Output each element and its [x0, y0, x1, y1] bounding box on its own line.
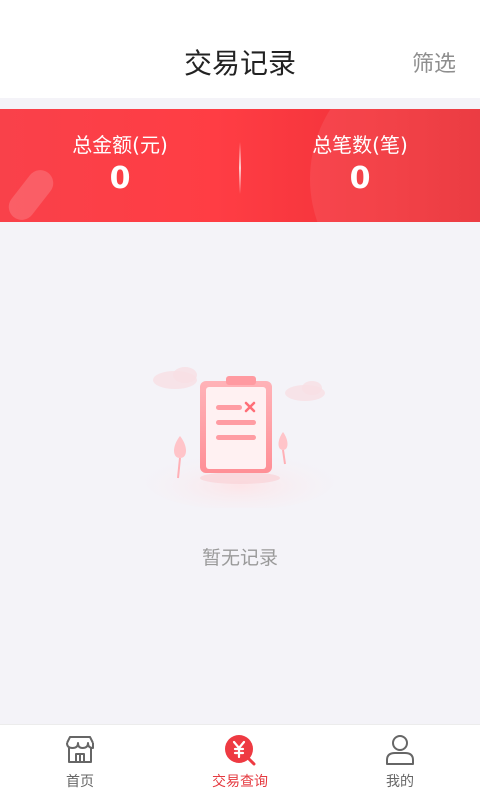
- summary-divider: [239, 142, 241, 194]
- nav-item-transaction-query[interactable]: 交易查询: [160, 725, 320, 800]
- empty-state-message: 暂无记录: [201, 547, 278, 569]
- total-count-label: 总笔数(笔): [312, 133, 408, 157]
- yen-search-icon: [223, 733, 257, 767]
- transaction-records-page: 交易记录 筛选 总金额(元) 0 总笔数(笔) 0 暂无记录 首页 交易查询 我…: [0, 0, 480, 800]
- total-count-value: 0: [349, 161, 371, 196]
- total-amount-label: 总金额(元): [72, 133, 168, 157]
- nav-item-home[interactable]: 首页: [0, 725, 160, 800]
- nav-item-mine[interactable]: 我的: [320, 725, 480, 800]
- header: 交易记录 筛选: [0, 0, 480, 98]
- page-title: 交易记录: [183, 47, 296, 80]
- empty-clipboard-icon: [140, 358, 340, 510]
- bottom-nav: 首页 交易查询 我的: [0, 724, 480, 800]
- total-count-block: 总笔数(笔) 0: [240, 109, 480, 222]
- filter-button[interactable]: 筛选: [412, 48, 456, 82]
- user-icon: [383, 733, 417, 767]
- store-icon: [63, 733, 97, 767]
- nav-label: 首页: [66, 774, 94, 790]
- total-amount-block: 总金额(元) 0: [0, 109, 240, 222]
- nav-label: 交易查询: [212, 774, 268, 790]
- total-amount-value: 0: [109, 161, 131, 196]
- nav-label: 我的: [386, 774, 414, 790]
